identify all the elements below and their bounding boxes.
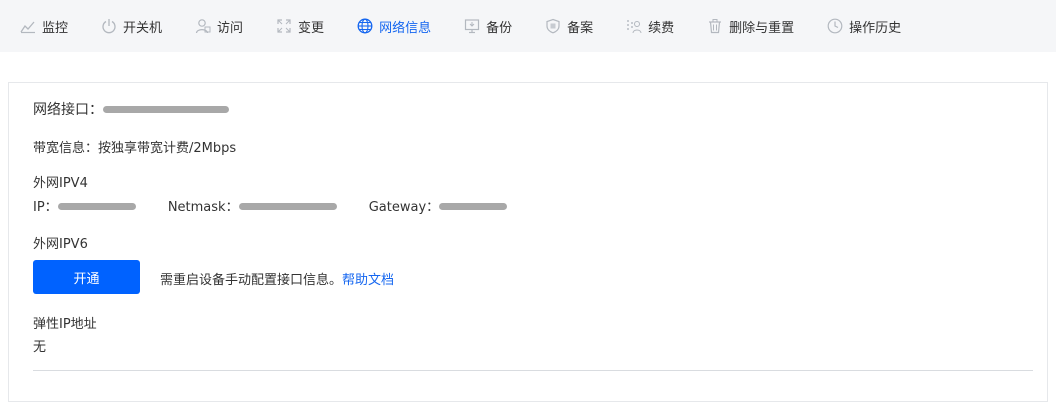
monitor-backup-icon: [464, 18, 480, 34]
ip-label: IP：: [33, 200, 58, 215]
power-icon: [101, 18, 117, 34]
ipv4-heading: 外网IPV4: [33, 176, 88, 191]
bandwidth-row: 带宽信息：按独享带宽计费/2Mbps: [33, 137, 236, 156]
globe-icon: [357, 18, 373, 34]
tab-label: 备份: [486, 20, 513, 36]
tab-label: 备案: [567, 20, 594, 36]
chart-line-icon: [20, 18, 36, 34]
tab-bar: 监控 开关机 访问 变更 网络信息 备份 备案 续费 删除与重置 操作历史: [0, 0, 1056, 52]
ipv6-heading: 外网IPV6: [33, 237, 88, 252]
masked-ip-address: [57, 203, 136, 210]
divider: [33, 370, 1033, 371]
netmask-label: Netmask：: [167, 200, 239, 215]
tab-renew[interactable]: 续费: [626, 0, 674, 52]
tab-label: 访问: [217, 20, 244, 36]
tab-label: 监控: [42, 20, 69, 36]
tab-label: 删除与重置: [729, 20, 795, 36]
masked-mac-address: [103, 105, 229, 113]
user-access-icon: [195, 18, 211, 34]
bandwidth-value: 按独享带宽计费/2Mbps: [98, 141, 237, 156]
tab-label: 变更: [298, 20, 325, 36]
ipv6-hint-text: 需重启设备手动配置接口信息。: [160, 273, 343, 288]
tab-label: 续费: [648, 20, 675, 36]
masked-gateway: [439, 203, 508, 210]
trash-icon: [707, 18, 723, 34]
expand-arrows-icon: [276, 18, 292, 34]
network-info-panel: 网络接口： 带宽信息：按独享带宽计费/2Mbps 外网IPV4 IP： Netm…: [8, 82, 1048, 402]
tab-backup[interactable]: 备份: [464, 0, 512, 52]
eip-value: 无: [33, 340, 47, 355]
renew-icon: [626, 18, 642, 34]
tab-power[interactable]: 开关机: [101, 0, 162, 52]
ipv4-gateway-pair: Gateway：: [368, 196, 508, 215]
shield-icon: [545, 18, 561, 34]
bandwidth-label: 带宽信息：: [33, 141, 99, 156]
tab-network-info[interactable]: 网络信息: [357, 0, 431, 52]
help-doc-link[interactable]: 帮助文档: [342, 273, 394, 288]
gateway-label: Gateway：: [368, 200, 440, 215]
tab-change[interactable]: 变更: [276, 0, 324, 52]
tab-delete-reset[interactable]: 删除与重置: [707, 0, 794, 52]
ipv4-ip-pair: IP：: [33, 196, 136, 215]
ipv6-hint: 需重启设备手动配置接口信息。帮助文档: [160, 269, 394, 288]
tab-label: 操作历史: [849, 20, 902, 36]
ipv4-details-row: IP： Netmask： Gateway：: [33, 196, 535, 215]
enable-ipv6-button[interactable]: 开通: [33, 260, 140, 294]
tab-label: 网络信息: [379, 20, 432, 36]
tab-label: 开关机: [123, 20, 163, 36]
clock-icon: [827, 18, 843, 34]
tab-access[interactable]: 访问: [195, 0, 243, 52]
network-interface-row: 网络接口：: [33, 99, 229, 119]
tab-filing[interactable]: 备案: [545, 0, 593, 52]
masked-netmask: [238, 203, 337, 210]
eip-heading: 弹性IP地址: [33, 317, 97, 332]
network-interface-label: 网络接口：: [33, 102, 103, 118]
ipv4-netmask-pair: Netmask：: [168, 196, 337, 215]
tab-operation-history[interactable]: 操作历史: [827, 0, 901, 52]
tab-monitor[interactable]: 监控: [20, 0, 68, 52]
